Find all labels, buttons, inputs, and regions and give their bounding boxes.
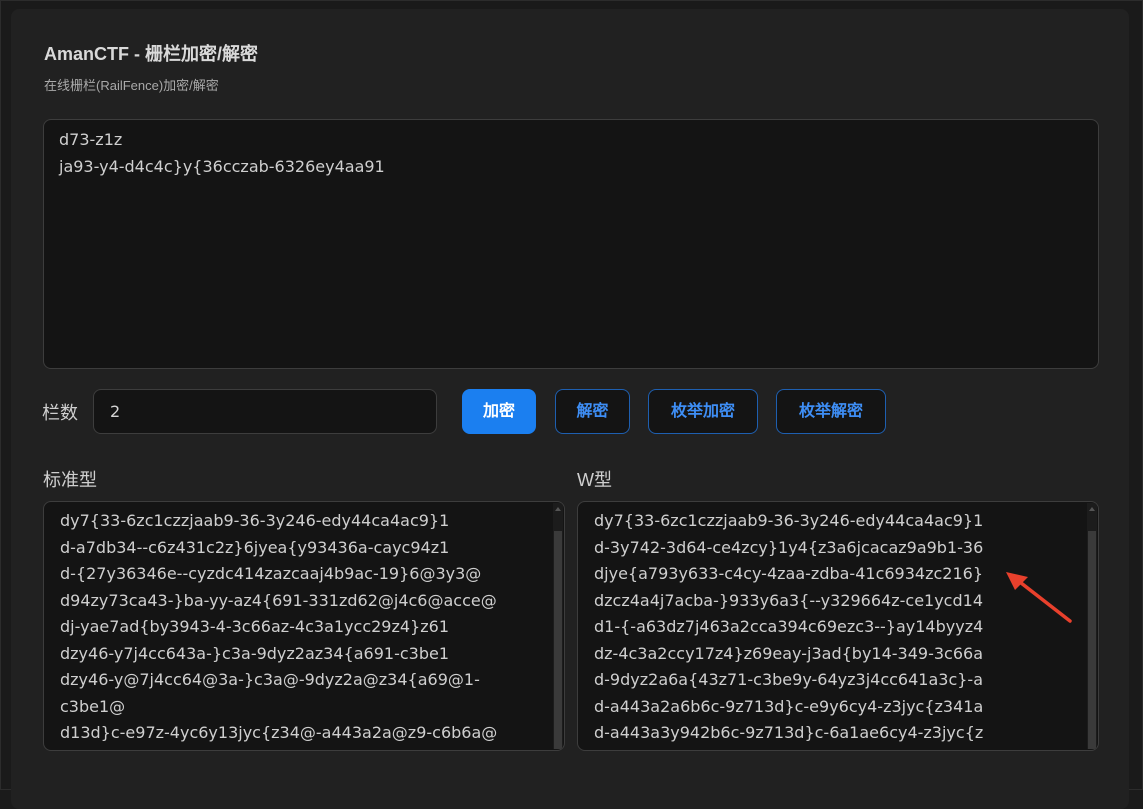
window-frame: AmanCTF - 栅栏加密/解密 在线栅栏(RailFence)加密/解密 d… xyxy=(0,0,1143,809)
standard-output-box[interactable]: dy7{33-6zc1czzjaab9-36-3y246-edy44ca4ac9… xyxy=(43,501,565,751)
output-line: d-3y742-3d64-ce4zcy}1y4{z3a6jcacaz9a9b1-… xyxy=(594,537,984,557)
page-title: AmanCTF - 栅栏加密/解密 xyxy=(44,44,258,64)
output-line: djye{a793y633-c4cy-4zaa-zdba-41c6934zc21… xyxy=(594,564,983,583)
scroll-thumb[interactable] xyxy=(554,531,562,749)
scroll-up-icon[interactable] xyxy=(555,507,561,511)
output-line: dzy46-y7j4cc643a-}c3a-9dyz2az34{a691-c3b… xyxy=(60,643,449,663)
output-line: d-a443a2a6b6c-9z713d}c-e9y6cy4-z3jyc{z34… xyxy=(594,696,984,716)
page-subtitle: 在线栅栏(RailFence)加密/解密 xyxy=(44,78,219,93)
enum-decrypt-button[interactable]: 枚举解密 xyxy=(776,389,886,434)
w-output-text: dy7{33-6zc1czzjaab9-36-3y246-edy44ca4ac9… xyxy=(594,508,1074,747)
output-line: dy7{33-6zc1czzjaab9-36-3y246-edy44ca4ac9… xyxy=(60,511,450,530)
output-line: d-a7db34--c6z431c2z}6jyea{y93436a-cayc94… xyxy=(60,537,450,557)
output-line: c3be1@ xyxy=(60,696,126,716)
ciphertext-input[interactable]: d73-z1z ja93-y4-d4c4c}y{36cczab-6326ey4a… xyxy=(43,119,1099,369)
output-line: d-{27y36346e--cyzdc414zazcaaj4b9ac-19}6@… xyxy=(60,564,482,583)
rails-label: 栏数 xyxy=(42,403,78,423)
output-line: dzy46-y@7j4cc64@3a-}c3a@-9dyz2a@z34{a69@… xyxy=(60,670,480,689)
output-line: d1-{-a63dz7j463a2cca394c69ezc3--}ay14byy… xyxy=(594,617,984,636)
annotation-arrow-icon xyxy=(1006,572,1072,623)
w-output-scrollbar[interactable] xyxy=(1087,503,1097,749)
scroll-thumb[interactable] xyxy=(1088,531,1096,749)
output-line: d-a443a3y942b6c-9z713d}c-6a1ae6cy4-z3jyc… xyxy=(594,723,984,742)
output-line: dz-4c3a2ccy17z4}z69eay-j3ad{by14-349-3c6… xyxy=(594,643,983,663)
output-line: d-9dyz2a6a{43z71-c3be9y-64yz3j4cc641a3c}… xyxy=(594,670,983,689)
decrypt-button[interactable]: 解密 xyxy=(555,389,630,434)
output-line: dzcz4a4j7acba-}933y6a3{--y329664z-ce1ycd… xyxy=(594,590,983,610)
output-line: dj-yae7ad{by3943-4-3c66az-4c3a1ycc29z4}z… xyxy=(60,617,449,636)
encrypt-button[interactable]: 加密 xyxy=(462,389,536,434)
output-line: dy7{33-6zc1czzjaab9-36-3y246-edy44ca4ac9… xyxy=(594,511,984,530)
w-output-box[interactable]: dy7{33-6zc1czzjaab9-36-3y246-edy44ca4ac9… xyxy=(577,501,1099,751)
output-line: d13d}c-e97z-4yc6y13jyc{z34@-a443a2a@z9-c… xyxy=(60,723,498,742)
output-line: d94zy73ca43-}ba-yy-az4{691-331zd62@j4c6@… xyxy=(60,590,497,610)
w-output-label: W型 xyxy=(577,470,612,490)
enum-encrypt-button[interactable]: 枚举加密 xyxy=(648,389,758,434)
standard-output-text: dy7{33-6zc1czzjaab9-36-3y246-edy44ca4ac9… xyxy=(60,508,540,747)
standard-output-label: 标准型 xyxy=(43,470,97,490)
scroll-up-icon[interactable] xyxy=(1089,507,1095,511)
main-card: AmanCTF - 栅栏加密/解密 在线栅栏(RailFence)加密/解密 d… xyxy=(11,9,1129,809)
standard-output-scrollbar[interactable] xyxy=(553,503,563,749)
rails-input[interactable]: 2 xyxy=(93,389,437,434)
